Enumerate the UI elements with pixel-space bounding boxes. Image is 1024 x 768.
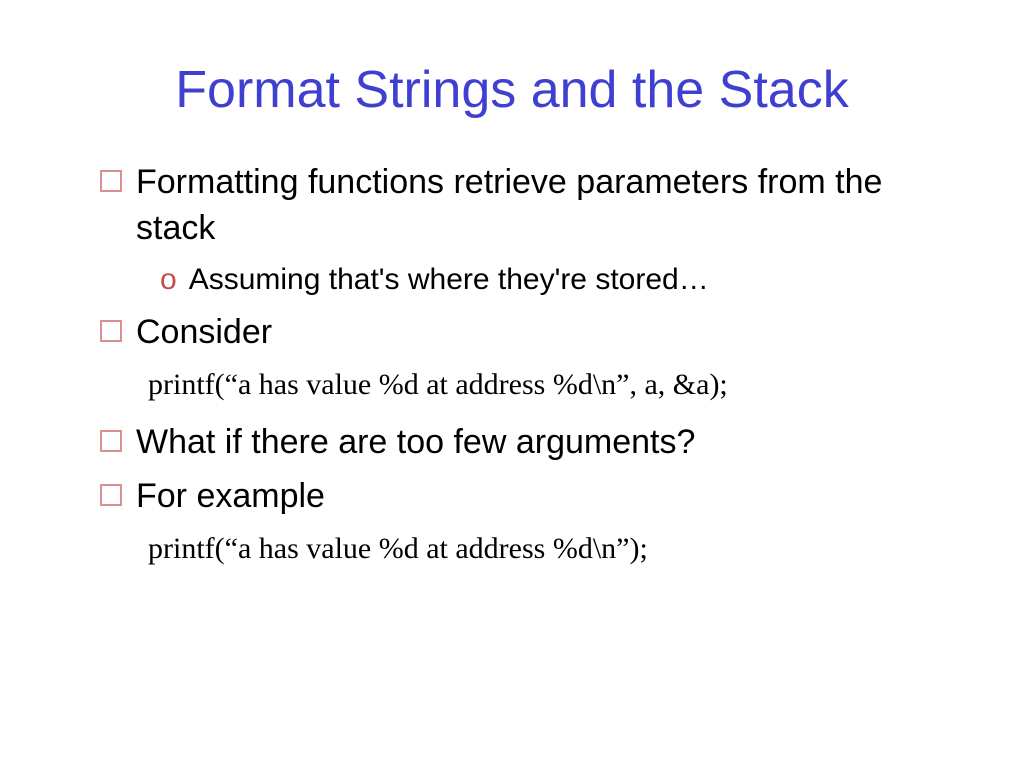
bullet-item: Formatting functions retrieve parameters… [100, 160, 954, 252]
bullet-text: For example [136, 474, 325, 520]
bullet-item: Consider [100, 310, 954, 356]
slide: Format Strings and the Stack Formatting … [0, 0, 1024, 624]
slide-title: Format Strings and the Stack [70, 60, 954, 120]
square-bullet-icon [100, 430, 122, 452]
sub-bullet-text: Assuming that's where they're stored… [189, 260, 709, 301]
square-bullet-icon [100, 484, 122, 506]
code-line: printf(“a has value %d at address %d\n”,… [148, 368, 954, 402]
square-bullet-icon [100, 320, 122, 342]
bullet-item: For example [100, 474, 954, 520]
sub-bullet-item: o Assuming that's where they're stored… [160, 260, 954, 301]
bullet-text: Consider [136, 310, 272, 356]
bullet-item: What if there are too few arguments? [100, 420, 954, 466]
square-bullet-icon [100, 170, 122, 192]
circle-bullet-icon: o [160, 260, 177, 299]
bullet-text: What if there are too few arguments? [136, 420, 695, 466]
code-line: printf(“a has value %d at address %d\n”)… [148, 532, 954, 566]
bullet-text: Formatting functions retrieve parameters… [136, 160, 954, 252]
